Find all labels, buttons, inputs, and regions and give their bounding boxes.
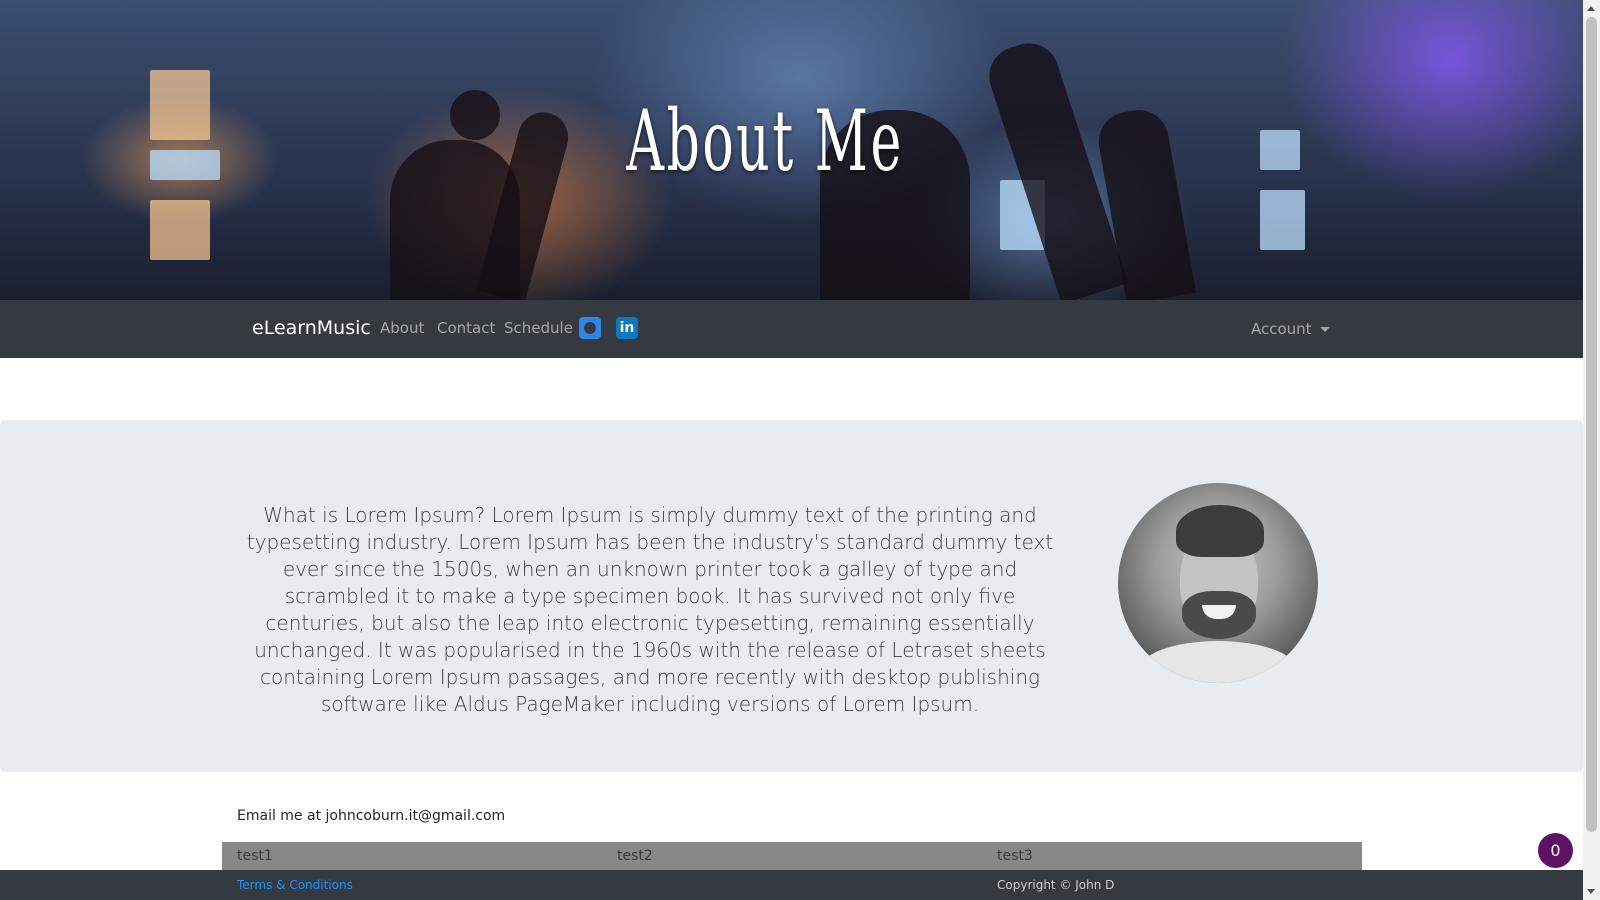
count-badge[interactable]: 0 [1538, 833, 1573, 868]
test-cell: test1 [237, 848, 273, 864]
account-dropdown[interactable]: Account [1251, 320, 1330, 338]
brand-link[interactable]: eLearnMusic [252, 317, 371, 339]
account-label: Account [1251, 320, 1312, 338]
stage-light [150, 70, 210, 140]
stage-light [1260, 190, 1305, 250]
hero-title: About Me [626, 92, 904, 190]
terms-link[interactable]: Terms & Conditions [237, 878, 353, 892]
copyright-text: Copyright © John D [997, 878, 1115, 892]
about-jumbotron: What is Lorem Ipsum? Lorem Ipsum is simp… [0, 420, 1583, 772]
test-row: test1 test2 test3 [222, 842, 1362, 870]
nav-link-schedule[interactable]: Schedule [504, 319, 573, 337]
hero-banner: About Me [0, 0, 1583, 300]
github-icon[interactable] [579, 317, 601, 339]
caret-down-icon [1319, 327, 1330, 332]
scroll-thumb[interactable] [1586, 17, 1597, 832]
scrollbar[interactable] [1583, 0, 1600, 900]
footer: Terms & Conditions Copyright © John D [0, 870, 1583, 900]
email-text: Email me at johncoburn.it@gmail.com [237, 808, 506, 824]
stage-light [1260, 130, 1300, 170]
linkedin-icon[interactable]: in [616, 317, 638, 339]
stage-light [150, 200, 210, 260]
avatar [1118, 483, 1318, 683]
scroll-down-icon[interactable] [1587, 889, 1595, 894]
page: About Me eLearnMusic About Contact Sched… [0, 0, 1583, 900]
test-cell: test2 [617, 848, 653, 864]
test-cell: test3 [997, 848, 1033, 864]
scroll-up-icon[interactable] [1587, 6, 1595, 11]
nav-link-contact[interactable]: Contact [437, 319, 495, 337]
avatar-shirt [1138, 641, 1298, 683]
nav-link-about[interactable]: About [380, 319, 424, 337]
navbar: eLearnMusic About Contact Schedule in Ac… [0, 300, 1583, 358]
about-text: What is Lorem Ipsum? Lorem Ipsum is simp… [246, 503, 1054, 716]
stage-light [150, 150, 220, 180]
avatar-hair [1176, 505, 1264, 557]
